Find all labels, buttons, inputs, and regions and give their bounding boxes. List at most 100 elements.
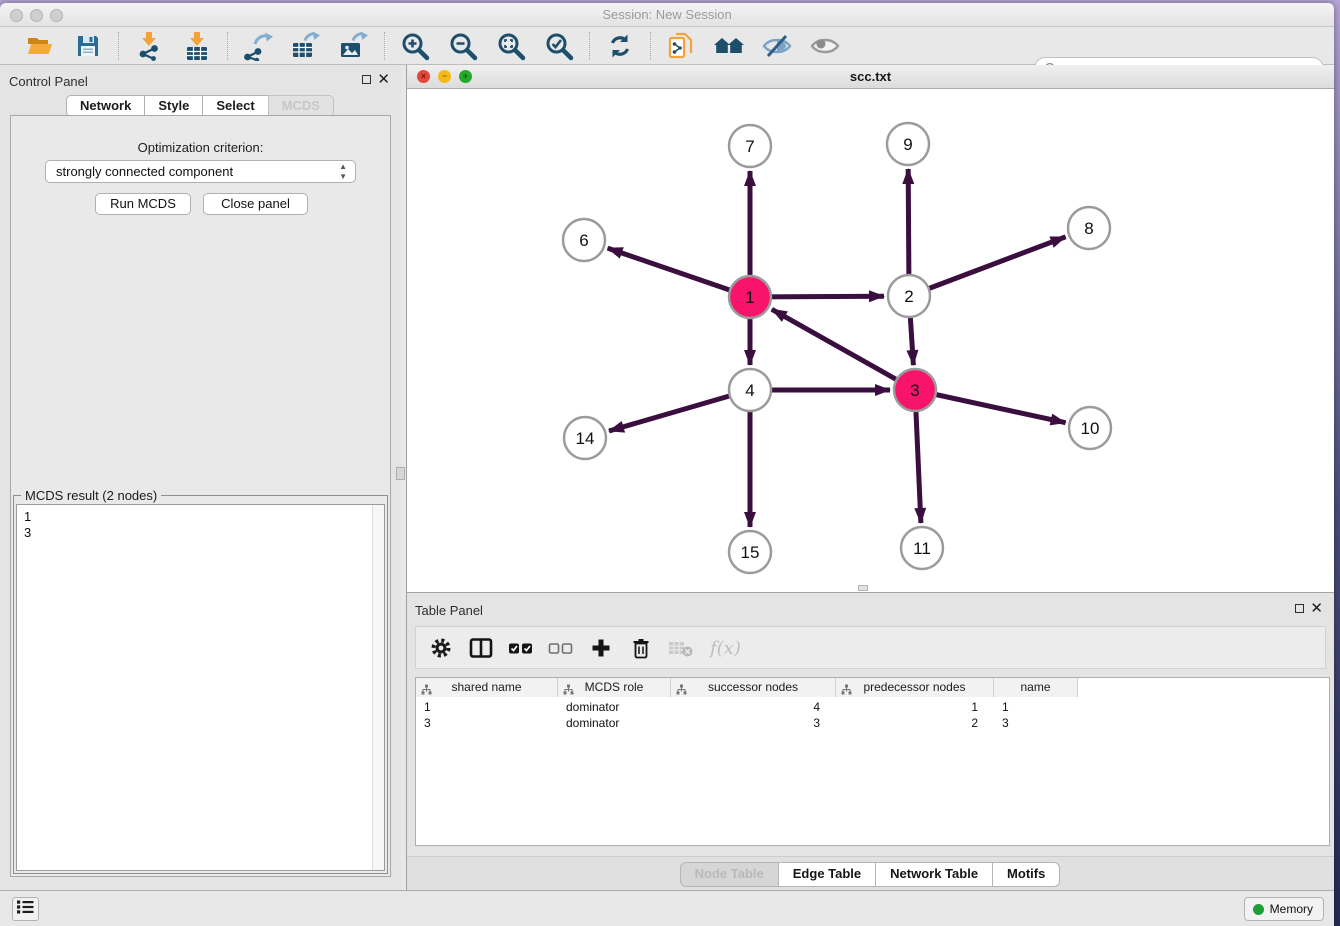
node-11[interactable]: 11 xyxy=(901,527,943,569)
edge-2-8[interactable] xyxy=(909,237,1066,296)
node-15[interactable]: 15 xyxy=(729,531,771,573)
hide-panels-icon[interactable] xyxy=(760,30,794,62)
column-header-successor-nodes[interactable]: successor nodes xyxy=(671,678,836,697)
node-7[interactable]: 7 xyxy=(729,125,771,167)
toolbar-group xyxy=(228,30,384,62)
table-cell: 2 xyxy=(836,715,994,731)
network-canvas[interactable]: 7 9 6 8 1 2 4 3 14 10 15 11 xyxy=(407,89,1334,592)
svg-text:8: 8 xyxy=(1084,219,1093,238)
node-8[interactable]: 8 xyxy=(1068,207,1110,249)
node-14[interactable]: 14 xyxy=(564,417,606,459)
table-rows: 1dominator4113dominator323 xyxy=(416,699,1329,731)
edge-3-10[interactable] xyxy=(915,390,1066,423)
svg-text:7: 7 xyxy=(745,137,754,156)
toolbar-group xyxy=(119,30,227,62)
column-header-shared-name[interactable]: shared name xyxy=(416,678,558,697)
table-cell: 3 xyxy=(994,715,1078,731)
delete-column-icon[interactable] xyxy=(628,635,654,661)
mcds-result-line: 3 xyxy=(17,525,384,541)
column-header-name[interactable]: name xyxy=(994,678,1078,697)
memory-label: Memory xyxy=(1270,902,1313,916)
node-6[interactable]: 6 xyxy=(563,219,605,261)
node-4[interactable]: 4 xyxy=(729,369,771,411)
main-toolbar xyxy=(0,27,1334,65)
table-cell: 1 xyxy=(994,699,1078,715)
close-panel-icon[interactable]: ✕ xyxy=(377,70,390,88)
node-1[interactable]: 1 xyxy=(729,276,771,318)
column-label: shared name xyxy=(451,680,521,694)
zoom-selected-icon[interactable] xyxy=(542,30,576,62)
mcds-result-lines: 13 xyxy=(17,509,384,541)
import-network-icon[interactable] xyxy=(132,30,166,62)
svg-text:9: 9 xyxy=(903,135,912,154)
tab-edge-table[interactable]: Edge Table xyxy=(778,862,876,887)
column-header-predecessor-nodes[interactable]: predecessor nodes xyxy=(836,678,994,697)
svg-text:3: 3 xyxy=(910,381,919,400)
mcds-result-area[interactable]: 13 xyxy=(16,504,385,871)
canvas-resize-grip[interactable] xyxy=(858,585,868,591)
node-9[interactable]: 9 xyxy=(887,123,929,165)
unselect-all-icon[interactable] xyxy=(548,635,574,661)
tab-motifs[interactable]: Motifs xyxy=(992,862,1060,887)
tab-network[interactable]: Network xyxy=(66,95,145,117)
svg-text:4: 4 xyxy=(745,381,754,400)
overview-eye-icon[interactable] xyxy=(808,30,842,62)
export-network-icon[interactable] xyxy=(241,30,275,62)
select-stepper-icon: ▲▼ xyxy=(339,162,347,182)
memory-button[interactable]: Memory xyxy=(1244,897,1324,921)
tab-mcds[interactable]: MCDS xyxy=(268,95,334,117)
criterion-select[interactable]: strongly connected component ▲▼ xyxy=(45,160,356,183)
select-all-icon[interactable] xyxy=(508,635,534,661)
svg-text:2: 2 xyxy=(904,287,913,306)
window-titlebar: Session: New Session xyxy=(0,3,1334,27)
network-view-window: × − + scc.txt 7968124314101511 xyxy=(407,65,1334,592)
task-history-button[interactable] xyxy=(12,897,39,921)
tab-select[interactable]: Select xyxy=(202,95,268,117)
table-toolbar: f(x) xyxy=(415,626,1326,669)
tab-network-table[interactable]: Network Table xyxy=(875,862,993,887)
tab-node-table: Node Table xyxy=(680,862,779,887)
node-3[interactable]: 3 xyxy=(894,369,936,411)
close-panel-button[interactable]: Close panel xyxy=(203,193,308,215)
node-10[interactable]: 10 xyxy=(1069,407,1111,449)
float-panel-icon[interactable] xyxy=(362,75,371,84)
network-window-title: scc.txt xyxy=(407,69,1334,84)
app-window: Session: New Session Control Panel ✕ Net… xyxy=(0,3,1334,926)
zoom-in-icon[interactable] xyxy=(398,30,432,62)
table-row[interactable]: 3dominator323 xyxy=(416,715,1329,731)
result-scrollbar[interactable] xyxy=(372,505,384,870)
table-cell: dominator xyxy=(558,699,671,715)
gear-icon[interactable] xyxy=(428,635,454,661)
float-table-panel-icon[interactable] xyxy=(1295,604,1304,613)
import-table-icon[interactable] xyxy=(180,30,214,62)
svg-text:15: 15 xyxy=(741,543,760,562)
export-table-icon[interactable] xyxy=(289,30,323,62)
network-graph-svg: 7 9 6 8 1 2 4 3 14 10 15 11 xyxy=(407,89,1334,592)
add-column-icon[interactable] xyxy=(588,635,614,661)
save-session-icon[interactable] xyxy=(71,30,105,62)
function-icon: f(x) xyxy=(708,635,744,661)
open-session-icon[interactable] xyxy=(23,30,57,62)
column-type-icon xyxy=(563,682,574,700)
run-mcds-button[interactable]: Run MCDS xyxy=(95,193,191,215)
houses-icon[interactable] xyxy=(712,30,746,62)
tab-style[interactable]: Style xyxy=(144,95,203,117)
edge-1-6[interactable] xyxy=(608,248,750,297)
splitter-grip[interactable] xyxy=(396,467,405,480)
column-type-icon xyxy=(421,682,432,700)
node-2[interactable]: 2 xyxy=(888,275,930,317)
column-header-mcds-role[interactable]: MCDS role xyxy=(558,678,671,697)
table-row[interactable]: 1dominator411 xyxy=(416,699,1329,715)
table-cell: dominator xyxy=(558,715,671,731)
zoom-out-icon[interactable] xyxy=(446,30,480,62)
control-panel-tabs: NetworkStyleSelectMCDS xyxy=(0,95,401,117)
close-table-panel-icon[interactable]: ✕ xyxy=(1310,599,1323,617)
status-bar: Memory xyxy=(0,890,1334,926)
zoom-fit-icon[interactable] xyxy=(494,30,528,62)
refresh-icon[interactable] xyxy=(603,30,637,62)
split-view-icon[interactable] xyxy=(468,635,494,661)
export-image-icon[interactable] xyxy=(337,30,371,62)
copy-style-icon[interactable] xyxy=(664,30,698,62)
edge-3-1[interactable] xyxy=(772,309,915,390)
svg-text:f(x): f(x) xyxy=(708,638,741,659)
